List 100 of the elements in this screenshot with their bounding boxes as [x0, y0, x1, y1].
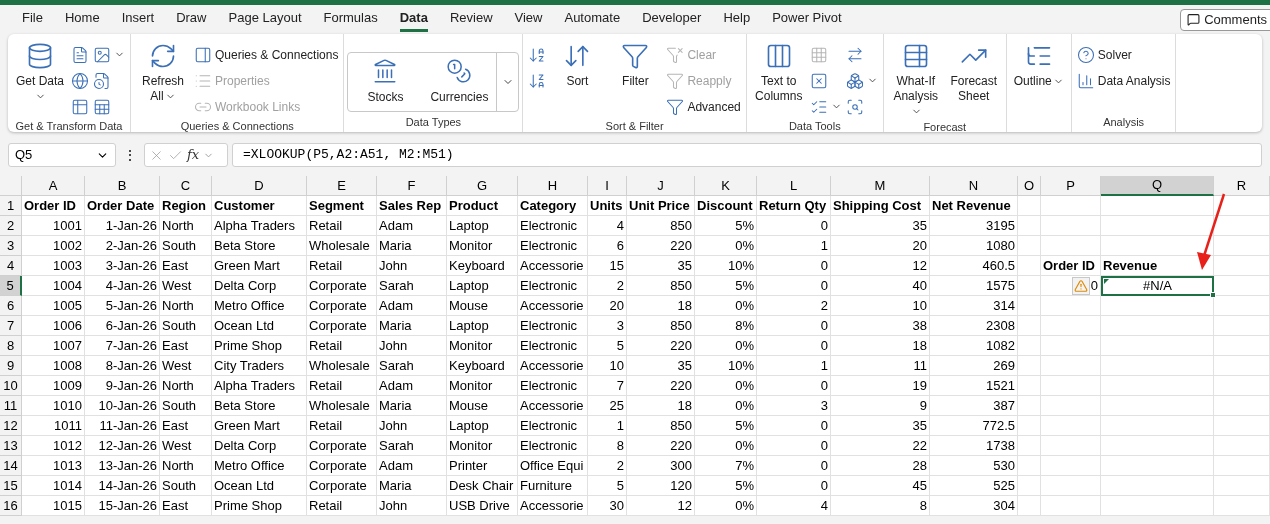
- empty-cell: [1018, 336, 1041, 356]
- row-header[interactable]: 6: [0, 296, 22, 316]
- ribbon-button[interactable]: Sort: [548, 40, 607, 89]
- result-cell[interactable]: #N/A: [1101, 276, 1214, 296]
- data-type-button[interactable]: Currencies: [422, 53, 497, 111]
- column-header[interactable]: N: [930, 176, 1018, 196]
- ribbon-button[interactable]: Text to Columns: [749, 40, 808, 104]
- insert-function-button[interactable]: fx: [187, 145, 200, 165]
- table-cell: South: [160, 236, 212, 256]
- ribbon-button[interactable]: Filter: [606, 40, 665, 89]
- column-header[interactable]: L: [757, 176, 831, 196]
- menu-tab[interactable]: Draw: [176, 7, 207, 32]
- empty-cell: [1041, 436, 1101, 456]
- row-header[interactable]: 1: [0, 196, 22, 216]
- column-header[interactable]: K: [695, 176, 757, 196]
- row-header[interactable]: 16: [0, 496, 22, 516]
- column-header[interactable]: M: [831, 176, 930, 196]
- menu-tab[interactable]: File: [22, 7, 43, 32]
- column-header[interactable]: Q: [1101, 176, 1214, 196]
- table-cell: 0: [757, 376, 831, 396]
- row-header[interactable]: 12: [0, 416, 22, 436]
- table-cell: 12: [831, 256, 930, 276]
- row-header[interactable]: 13: [0, 436, 22, 456]
- row-header[interactable]: 7: [0, 316, 22, 336]
- fill-handle[interactable]: [1210, 292, 1216, 298]
- table-cell: 20: [588, 296, 627, 316]
- column-header[interactable]: B: [85, 176, 160, 196]
- menu-tab[interactable]: Developer: [642, 7, 702, 32]
- advanced-filter-icon: [666, 97, 685, 116]
- empty-cell: [1041, 476, 1101, 496]
- table-cell: Sarah: [377, 356, 447, 376]
- ribbon-button[interactable]: What-If Analysis: [886, 40, 945, 119]
- column-header[interactable]: I: [588, 176, 627, 196]
- table-cell: 20: [831, 236, 930, 256]
- table-cell: 1006: [22, 316, 85, 336]
- web-icon: [71, 71, 89, 90]
- table-cell: 220: [627, 236, 695, 256]
- ribbon-button[interactable]: Forecast Sheet: [944, 40, 1003, 104]
- table-cell: 1001: [22, 216, 85, 236]
- column-header[interactable]: J: [627, 176, 695, 196]
- column-header[interactable]: F: [377, 176, 447, 196]
- menu-tab[interactable]: Automate: [564, 7, 621, 32]
- comments-button[interactable]: Comments: [1180, 8, 1270, 31]
- empty-cell: [1018, 456, 1041, 476]
- ribbon-button[interactable]: Solver: [1076, 43, 1171, 66]
- menu-tab[interactable]: Review: [449, 7, 493, 32]
- data-type-button[interactable]: Stocks: [348, 53, 423, 111]
- column-header[interactable]: A: [22, 176, 85, 196]
- ribbon-button[interactable]: Advanced: [666, 95, 741, 118]
- name-box[interactable]: Q5: [8, 143, 116, 167]
- ribbon-button[interactable]: Data Analysis: [1076, 69, 1171, 92]
- formula-field[interactable]: =XLOOKUP(P5,A2:A51, M2:M51): [232, 143, 1262, 167]
- column-header[interactable]: H: [518, 176, 588, 196]
- table-cell: Corporate: [307, 456, 377, 476]
- row-header[interactable]: 3: [0, 236, 22, 256]
- row-header[interactable]: 11: [0, 396, 22, 416]
- empty-cell: [1214, 436, 1270, 456]
- menu-tab[interactable]: Help: [723, 7, 751, 32]
- table-cell: North: [160, 216, 212, 236]
- ribbon-button[interactable]: Outline: [1009, 40, 1068, 89]
- column-header[interactable]: E: [307, 176, 377, 196]
- table-cell: Retail: [307, 376, 377, 396]
- row-header[interactable]: 9: [0, 356, 22, 376]
- row-header[interactable]: 14: [0, 456, 22, 476]
- table-cell: 0: [757, 256, 831, 276]
- column-header[interactable]: R: [1214, 176, 1270, 196]
- table-cell: 5%: [695, 416, 757, 436]
- row-header[interactable]: 15: [0, 476, 22, 496]
- empty-cell: [1018, 256, 1041, 276]
- row-header[interactable]: 8: [0, 336, 22, 356]
- row-header[interactable]: 4: [0, 256, 22, 276]
- ribbon-button[interactable]: Queries & Connections: [194, 43, 339, 66]
- error-warning-button[interactable]: [1071, 276, 1090, 295]
- row-header[interactable]: 2: [0, 216, 22, 236]
- menu-tab[interactable]: Insert: [121, 7, 155, 32]
- ribbon-button[interactable]: Refresh All: [134, 40, 192, 104]
- table-cell: Ocean Ltd: [212, 316, 307, 336]
- menu-tab[interactable]: Power Pivot: [772, 7, 842, 32]
- table-cell: 304: [930, 496, 1018, 516]
- menu-tab[interactable]: Data: [399, 7, 428, 32]
- table-cell: 0%: [695, 376, 757, 396]
- menu-tab[interactable]: View: [514, 7, 543, 32]
- table-cell: John: [377, 336, 447, 356]
- table-cell: 530: [930, 456, 1018, 476]
- ribbon-button[interactable]: Get Data: [11, 40, 69, 104]
- menu-tab[interactable]: Page Layout: [228, 7, 302, 32]
- table-cell: 35: [627, 256, 695, 276]
- column-header[interactable]: G: [447, 176, 518, 196]
- row-header[interactable]: 10: [0, 376, 22, 396]
- column-header[interactable]: D: [212, 176, 307, 196]
- menu-tab[interactable]: Formulas: [323, 7, 378, 32]
- table-cell: 1: [757, 236, 831, 256]
- menu-tab[interactable]: Home: [64, 7, 100, 32]
- column-header[interactable]: C: [160, 176, 212, 196]
- empty-cell: [1041, 236, 1101, 256]
- flash-fill-icon: [809, 45, 828, 64]
- table-cell: 8: [831, 496, 930, 516]
- row-header[interactable]: 5: [0, 276, 22, 296]
- column-header[interactable]: O: [1018, 176, 1041, 196]
- table-cell: Accessorie: [518, 356, 588, 376]
